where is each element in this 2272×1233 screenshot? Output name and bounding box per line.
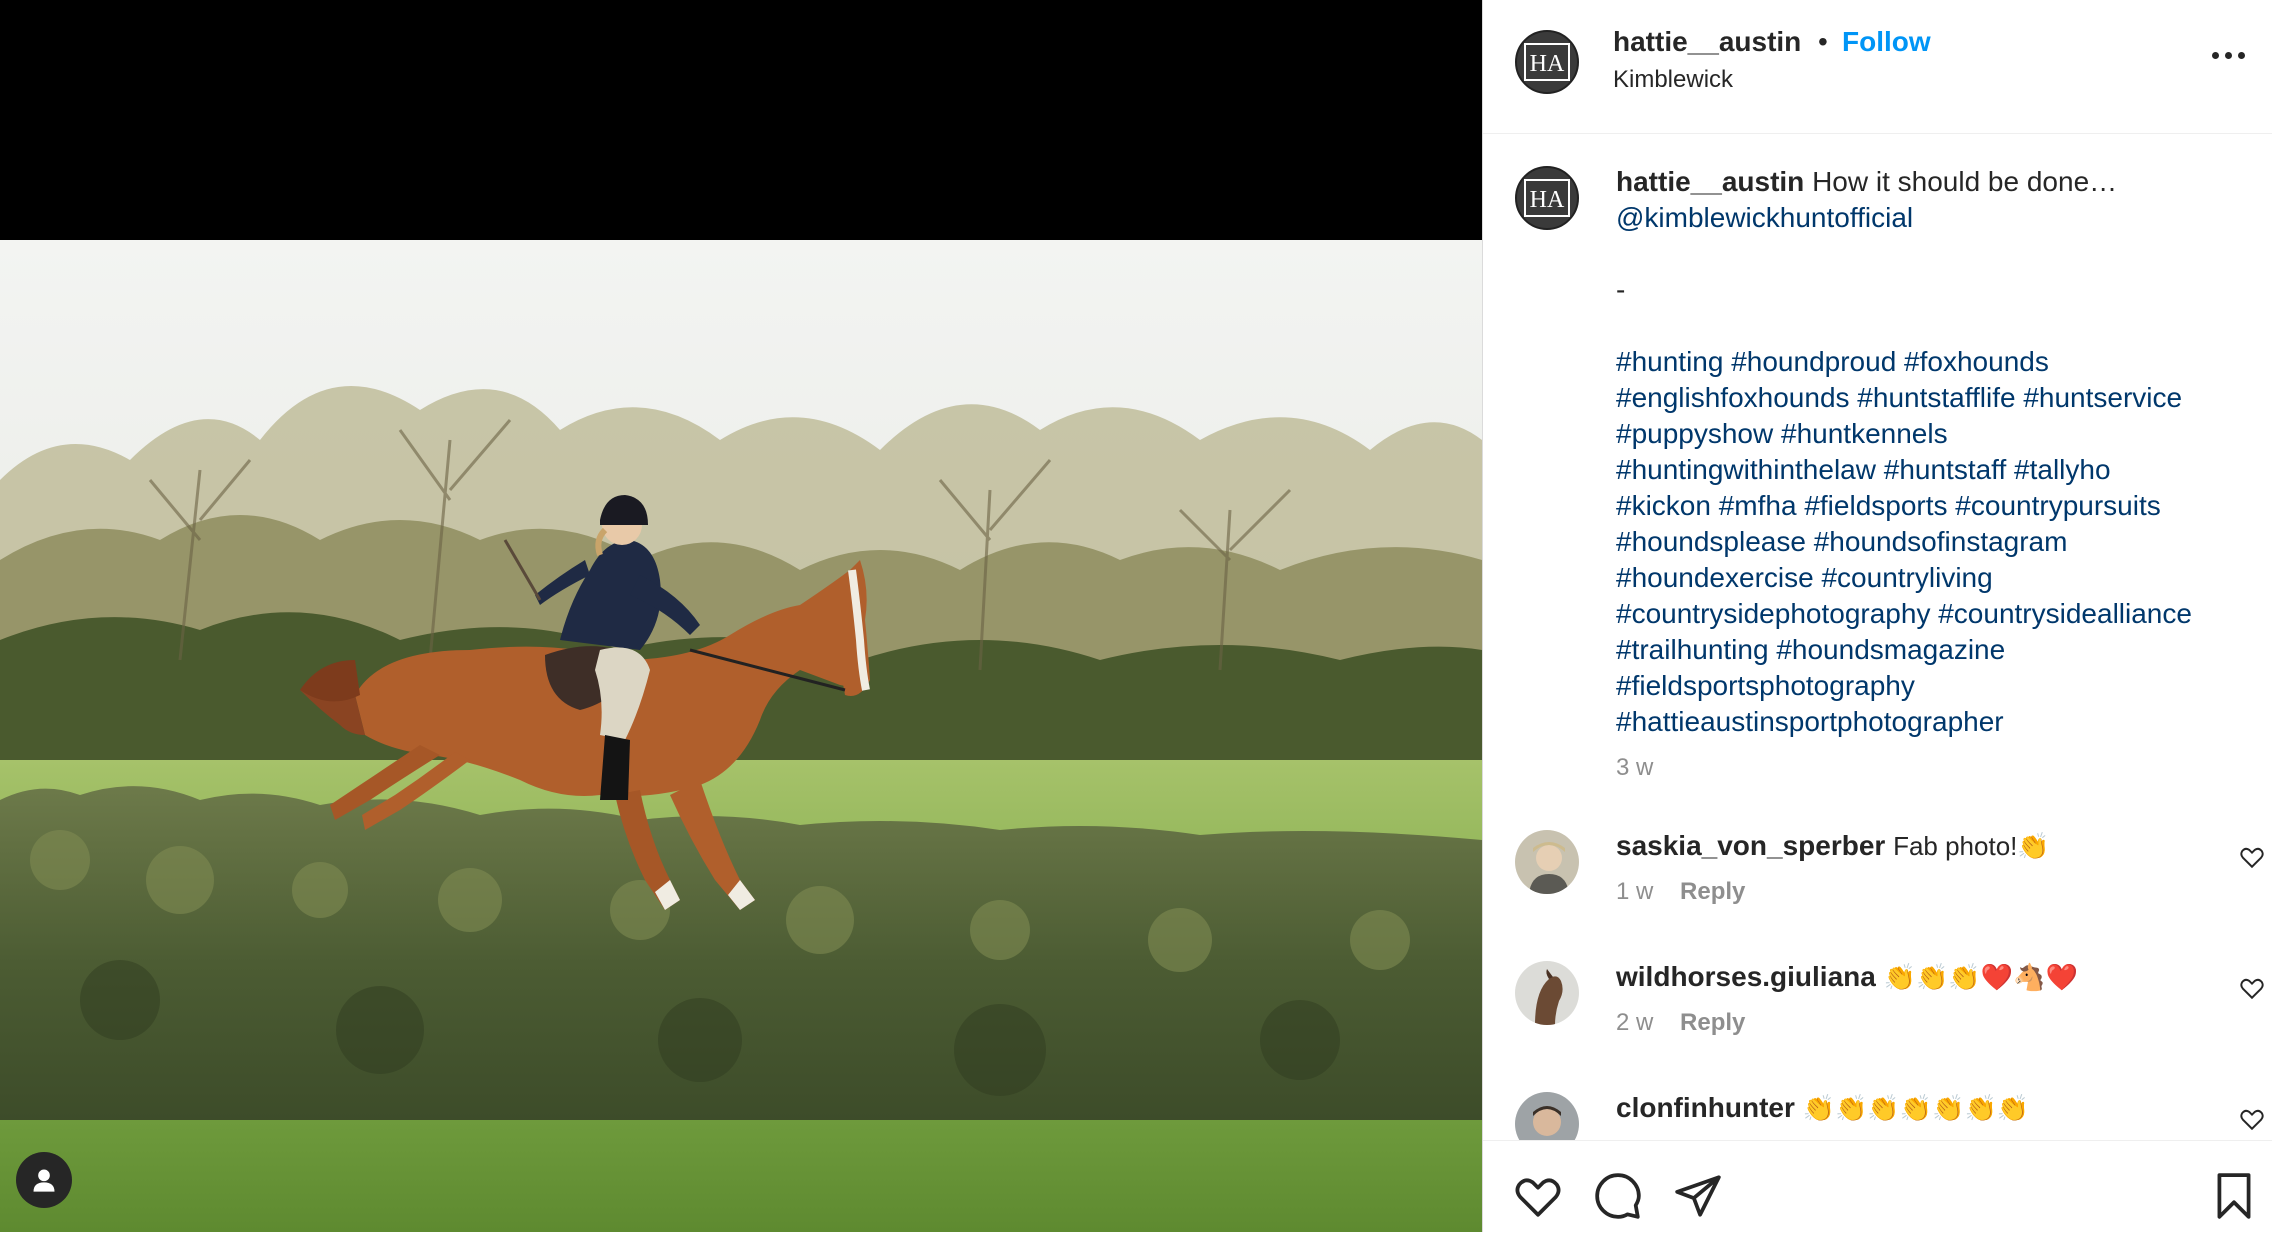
- hashtag-link[interactable]: #huntstafflife: [1857, 382, 2015, 413]
- ha-logo-icon: HA: [1524, 43, 1570, 81]
- post-actions-bar: [1483, 1140, 2272, 1233]
- hashtag-line: #puppyshow #huntkennels: [1616, 416, 2256, 452]
- hashtag-link[interactable]: #huntingwithinthelaw: [1616, 454, 1876, 485]
- caption-mention[interactable]: @kimblewickhuntofficial: [1616, 202, 1913, 233]
- caption-age: 3 w: [1616, 754, 1654, 781]
- hashtag-line: #houndsplease #houndsofinstagram: [1616, 524, 2256, 560]
- bookmark-icon[interactable]: [2209, 1171, 2259, 1221]
- post-photo: [0, 240, 1482, 1232]
- commenter-avatar[interactable]: [1515, 961, 1579, 1025]
- comment-username[interactable]: clonfinhunter: [1616, 1092, 1795, 1123]
- hashtag-list: #hunting #houndproud #foxhounds #englishf…: [1616, 344, 2256, 740]
- hashtag-link[interactable]: #countrypursuits: [1955, 490, 2160, 521]
- hashtag-link[interactable]: #houndexercise: [1616, 562, 1814, 593]
- hashtag-line: #fieldsportsphotography: [1616, 668, 2256, 704]
- reply-button[interactable]: Reply: [1680, 1009, 1745, 1036]
- hashtag-link[interactable]: #puppyshow: [1616, 418, 1773, 449]
- hashtag-link[interactable]: #countryliving: [1821, 562, 1992, 593]
- hashtag-link[interactable]: #houndsmagazine: [1776, 634, 2005, 665]
- commenter-avatar[interactable]: [1515, 1092, 1579, 1140]
- comments-scroll[interactable]: HA hattie__austin How it should be done……: [1483, 134, 2272, 1140]
- post-header: HA hattie__austin • Follow Kimblewick: [1483, 0, 2272, 134]
- caption-body: How it should be done…: [1812, 166, 2118, 197]
- hashtag-link[interactable]: #huntservice: [2023, 382, 2182, 413]
- heart-icon[interactable]: [1513, 1171, 1563, 1221]
- tagged-users-button[interactable]: [16, 1152, 72, 1208]
- comment-item: saskia_von_sperber Fab photo!👏 1 w Reply: [1483, 830, 2272, 940]
- hashtag-line: #trailhunting #houndsmagazine: [1616, 632, 2256, 668]
- hashtag-link[interactable]: #trailhunting: [1616, 634, 1769, 665]
- commenter-avatar[interactable]: [1515, 830, 1579, 894]
- comment-age: 1 w: [1616, 878, 1654, 905]
- comment-text: 👏👏👏❤️🐴❤️: [1883, 962, 2078, 992]
- hashtag-line: #hunting #houndproud #foxhounds: [1616, 344, 2256, 380]
- hashtag-link[interactable]: #tallyho: [2014, 454, 2111, 485]
- person-icon: [33, 1169, 55, 1192]
- hashtag-link[interactable]: #countrysidealliance: [1938, 598, 2192, 629]
- hashtag-link[interactable]: #englishfoxhounds: [1616, 382, 1850, 413]
- caption-text: hattie__austin How it should be done… @k…: [1616, 164, 2256, 740]
- svg-text:HA: HA: [1530, 187, 1565, 213]
- comment-username[interactable]: saskia_von_sperber: [1616, 830, 1885, 861]
- comment-text: Fab photo!👏: [1893, 831, 2050, 861]
- hashtag-link[interactable]: #houndproud: [1731, 346, 1896, 377]
- comment-icon[interactable]: [1593, 1171, 1643, 1221]
- author-username[interactable]: hattie__austin: [1613, 26, 1801, 58]
- hashtag-link[interactable]: #mfha: [1719, 490, 1797, 521]
- hashtag-link[interactable]: #foxhounds: [1904, 346, 2049, 377]
- comment-text: 👏👏👏👏👏👏👏: [1802, 1093, 2030, 1123]
- caption-username[interactable]: hattie__austin: [1616, 166, 1804, 197]
- post-media[interactable]: [0, 0, 1482, 1232]
- hashtag-link[interactable]: #houndsofinstagram: [1814, 526, 2068, 557]
- heart-icon[interactable]: [2239, 975, 2265, 1001]
- heart-icon[interactable]: [2239, 1106, 2265, 1132]
- hashtag-line: #countrysidephotography #countrysidealli…: [1616, 596, 2256, 632]
- post-sidebar: HA hattie__austin • Follow Kimblewick HA…: [1482, 0, 2272, 1233]
- comment-item: clonfinhunter 👏👏👏👏👏👏👏: [1483, 1092, 2272, 1140]
- author-avatar[interactable]: HA: [1515, 30, 1579, 94]
- paper-plane-icon[interactable]: [1673, 1171, 1723, 1221]
- caption-author-avatar[interactable]: HA: [1515, 166, 1579, 230]
- hashtag-link[interactable]: #fieldsportsphotography: [1616, 670, 1915, 701]
- svg-text:HA: HA: [1530, 51, 1565, 77]
- header-separator: •: [1818, 26, 1828, 57]
- more-options-button[interactable]: [2204, 44, 2253, 67]
- hashtag-line: #huntingwithinthelaw #huntstaff #tallyho: [1616, 452, 2256, 488]
- comment-age: 2 w: [1616, 1009, 1654, 1036]
- hashtag-line: #houndexercise #countryliving: [1616, 560, 2256, 596]
- hashtag-link[interactable]: #huntstaff: [1884, 454, 2006, 485]
- hashtag-line: #englishfoxhounds #huntstafflife #huntse…: [1616, 380, 2256, 416]
- hashtag-link[interactable]: #hattieaustinsportphotographer: [1616, 706, 2004, 737]
- hashtag-link[interactable]: #fieldsports: [1804, 490, 1947, 521]
- comment-username[interactable]: wildhorses.giuliana: [1616, 961, 1876, 992]
- hashtag-link[interactable]: #houndsplease: [1616, 526, 1806, 557]
- more-dots-icon: [2212, 52, 2219, 59]
- hashtag-link[interactable]: #hunting: [1616, 346, 1723, 377]
- heart-icon[interactable]: [2239, 844, 2265, 870]
- reply-button[interactable]: Reply: [1680, 878, 1745, 905]
- follow-button[interactable]: Follow: [1842, 26, 1931, 58]
- ha-logo-icon: HA: [1524, 179, 1570, 217]
- hashtag-link[interactable]: #huntkennels: [1781, 418, 1948, 449]
- hashtag-link[interactable]: #kickon: [1616, 490, 1711, 521]
- comment-item: wildhorses.giuliana 👏👏👏❤️🐴❤️ 2 w Reply: [1483, 961, 2272, 1071]
- hashtag-line: #kickon #mfha #fieldsports #countrypursu…: [1616, 488, 2256, 524]
- hashtag-link[interactable]: #countrysidephotography: [1616, 598, 1930, 629]
- hashtag-line: #hattieaustinsportphotographer: [1616, 704, 2256, 740]
- post-location[interactable]: Kimblewick: [1613, 66, 1733, 94]
- caption-dash: -: [1616, 274, 1626, 305]
